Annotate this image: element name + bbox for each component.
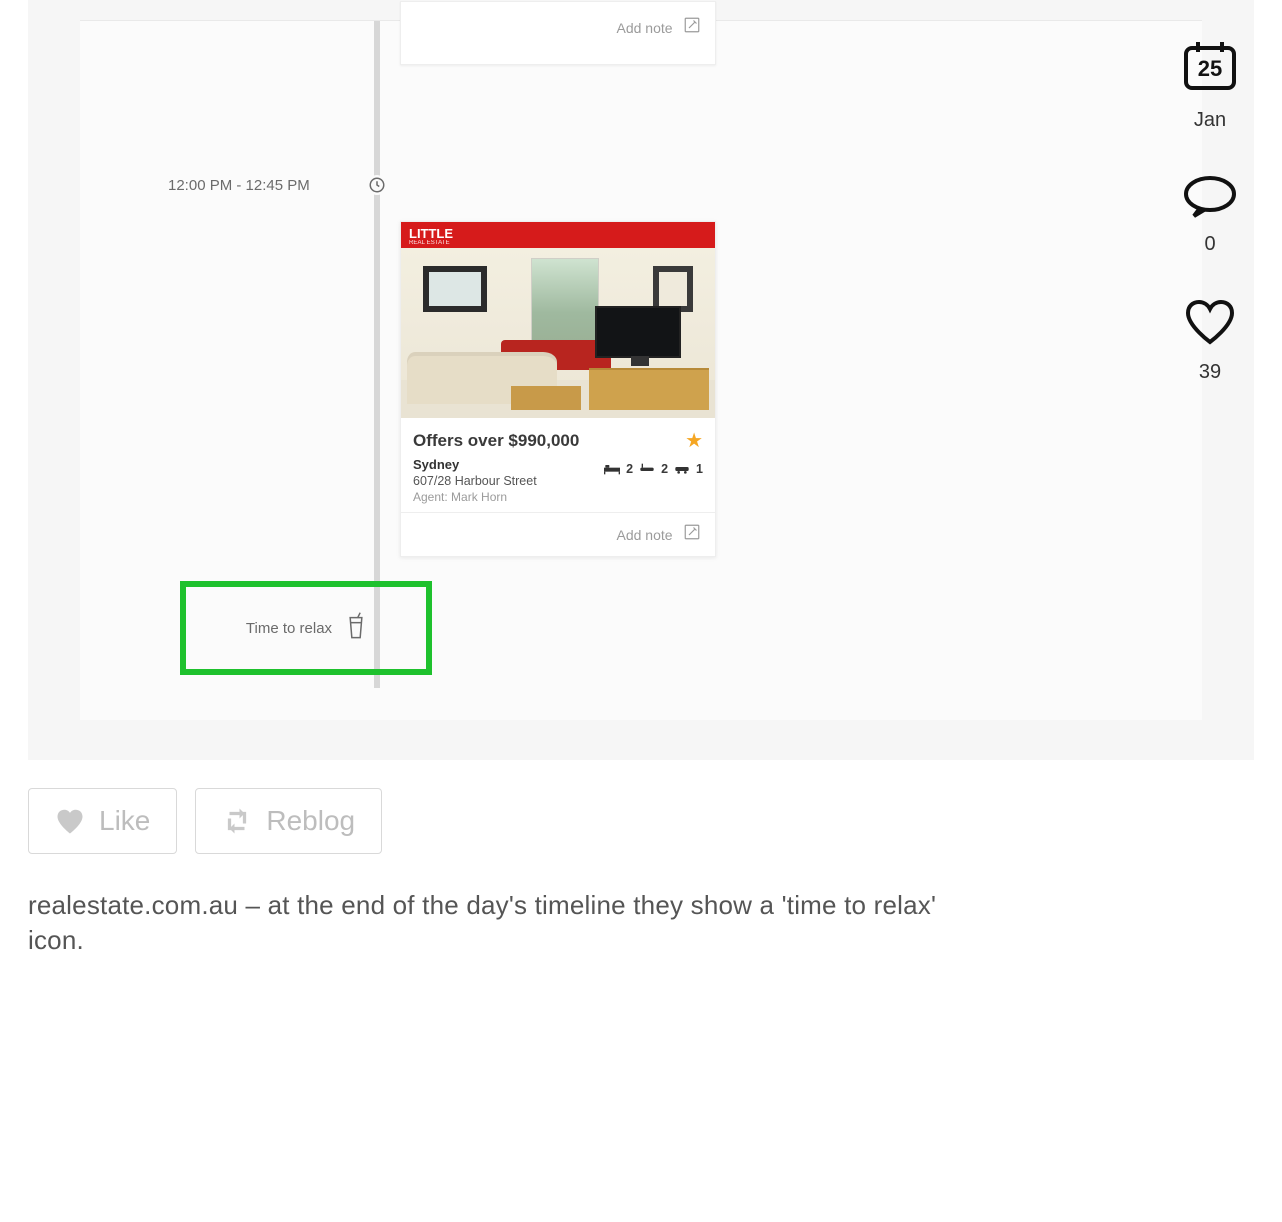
timeline-panel: Add note 12:00 PM - 12:45 PM LITTLE REAL… — [80, 20, 1202, 720]
heart-icon — [55, 807, 85, 835]
reblog-button[interactable]: Reblog — [195, 788, 382, 854]
property-card[interactable]: LITTLE REAL ESTATE Offers over $990,000 … — [400, 221, 716, 557]
car-icon — [674, 463, 690, 475]
comments-icon[interactable] — [1182, 174, 1238, 223]
likes-count: 39 — [1199, 361, 1221, 384]
reblog-icon — [222, 807, 252, 835]
relax-highlight-box: Time to relax — [180, 581, 432, 675]
add-note-label[interactable]: Add note — [616, 527, 672, 543]
post-caption: realestate.com.au – at the end of the da… — [28, 888, 968, 958]
property-price: Offers over $990,000 — [413, 431, 579, 451]
star-icon[interactable]: ★ — [685, 428, 703, 453]
screenshot-panel: Add note 12:00 PM - 12:45 PM LITTLE REAL… — [28, 0, 1254, 760]
date-badge[interactable]: 25 — [1182, 40, 1238, 97]
add-note-label[interactable]: Add note — [616, 20, 672, 36]
property-address: 607/28 Harbour Street — [413, 474, 703, 488]
reblog-label: Reblog — [266, 805, 355, 837]
relax-label: Time to relax — [246, 620, 332, 637]
bed-icon — [604, 463, 620, 475]
date-day: 25 — [1182, 56, 1238, 82]
brand-name: LITTLE — [409, 226, 453, 241]
edit-icon[interactable] — [683, 16, 701, 39]
baths-count: 2 — [661, 462, 668, 476]
bath-icon — [639, 463, 655, 475]
prev-card-footer: Add note — [400, 1, 716, 65]
drink-icon — [346, 612, 366, 645]
clock-icon — [367, 175, 387, 195]
card-brand-header: LITTLE REAL ESTATE — [401, 222, 715, 248]
property-agent: Agent: Mark Horn — [413, 490, 703, 504]
comments-count: 0 — [1204, 233, 1215, 256]
like-button[interactable]: Like — [28, 788, 177, 854]
cars-count: 1 — [696, 462, 703, 476]
date-month: Jan — [1194, 109, 1226, 132]
brand-subtitle: REAL ESTATE — [409, 240, 707, 246]
timeslot-label: 12:00 PM - 12:45 PM — [168, 177, 310, 194]
property-photo — [401, 248, 715, 418]
post-meta-sidebar: 25 Jan 0 39 — [1168, 40, 1252, 384]
likes-icon[interactable] — [1182, 298, 1238, 351]
property-specs: 2 2 1 — [604, 462, 703, 476]
edit-icon[interactable] — [683, 523, 701, 546]
beds-count: 2 — [626, 462, 633, 476]
like-label: Like — [99, 805, 150, 837]
